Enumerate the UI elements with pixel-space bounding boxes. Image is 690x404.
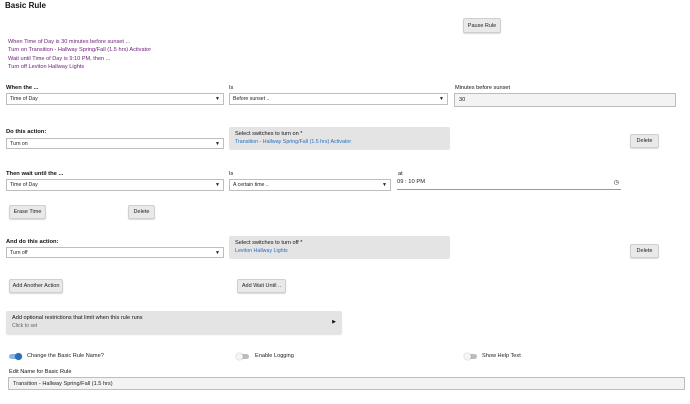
clock-icon[interactable]: ◷ bbox=[614, 179, 619, 186]
toggle-knob bbox=[15, 353, 22, 360]
chevron-down-icon: ▼ bbox=[215, 249, 220, 256]
help-toggle[interactable] bbox=[464, 353, 477, 360]
condition-select-value: Before sunset .. bbox=[233, 96, 270, 102]
wait-condition-select[interactable]: A certain time .. ▼ bbox=[229, 179, 391, 191]
add-action-button[interactable]: Add Another Action bbox=[9, 279, 63, 293]
action1-select-value: Turn on bbox=[10, 140, 28, 147]
restrictions-sub: Click to set bbox=[12, 323, 38, 329]
chevron-right-icon: ▶ bbox=[332, 319, 336, 325]
wait-delete-button[interactable]: Delete bbox=[128, 205, 155, 219]
is-label: Is bbox=[229, 85, 234, 91]
action2-delete-button[interactable]: Delete bbox=[630, 244, 659, 258]
wait-select[interactable]: Time of Day ▼ bbox=[6, 179, 224, 191]
restrictions-title: Add optional restrictions that limit whe… bbox=[12, 315, 143, 321]
action2-select-value: Turn off bbox=[10, 249, 28, 256]
rule-summary: When Time of Day is 30 minutes before su… bbox=[8, 38, 151, 71]
switches-on-picker[interactable]: Select switches to turn on * Transition … bbox=[229, 127, 450, 150]
switches-off-value: Leviton Hallway Lights bbox=[235, 248, 288, 254]
chevron-down-icon: ▼ bbox=[382, 182, 387, 188]
switches-on-header: Select switches to turn on * bbox=[235, 131, 303, 137]
page-title: Basic Rule bbox=[5, 1, 46, 10]
switches-off-picker[interactable]: Select switches to turn off * Leviton Ha… bbox=[229, 236, 450, 259]
when-label: When the ... bbox=[6, 85, 39, 91]
toggle-knob bbox=[464, 353, 471, 360]
edit-name-label: Edit Name for Basic Rule bbox=[9, 369, 72, 375]
chevron-down-icon: ▼ bbox=[215, 140, 220, 147]
action1-select[interactable]: Turn on ▼ bbox=[6, 138, 224, 149]
summary-line: Turn on Transition - Hallway Spring/Fall… bbox=[8, 47, 152, 54]
chevron-down-icon: ▼ bbox=[439, 96, 444, 102]
switches-on-value: Transition - Hallway Spring/Fall (1.5 hr… bbox=[235, 139, 352, 145]
switches-off-header: Select switches to turn off * bbox=[235, 240, 303, 246]
add-wait-button[interactable]: Add Wait Until .. bbox=[237, 279, 286, 293]
action2-label: And do this action: bbox=[6, 239, 59, 245]
summary-line: Wait until Time of Day is 9:10 PM, then … bbox=[8, 55, 111, 62]
condition-select[interactable]: Before sunset .. ▼ bbox=[229, 93, 448, 105]
change-name-toggle[interactable] bbox=[9, 353, 22, 360]
action1-delete-button[interactable]: Delete bbox=[630, 134, 659, 148]
minutes-label: Minutes before sunset bbox=[455, 85, 511, 91]
wait-condition-value: A certain time .. bbox=[233, 182, 269, 188]
restrictions-panel[interactable]: Add optional restrictions that limit whe… bbox=[6, 311, 342, 334]
minutes-input[interactable]: 30 bbox=[454, 93, 676, 107]
pause-rule-button[interactable]: Pause Rule bbox=[463, 18, 501, 33]
time-input-value: 09 : 10 PM bbox=[397, 179, 426, 185]
action1-label: Do this action: bbox=[6, 129, 47, 135]
trigger-select-value: Time of Day bbox=[10, 96, 38, 102]
erase-time-button[interactable]: Erase Time bbox=[9, 205, 46, 219]
help-label: Show Help Text bbox=[482, 353, 521, 359]
change-name-label: Change the Basic Rule Name? bbox=[27, 353, 104, 359]
logging-toggle[interactable] bbox=[236, 353, 249, 360]
chevron-down-icon: ▼ bbox=[215, 96, 220, 102]
logging-label: Enable Logging bbox=[255, 353, 294, 359]
chevron-down-icon: ▼ bbox=[215, 182, 220, 188]
wait-label: Then wait until the ... bbox=[6, 171, 64, 177]
at-label: at bbox=[398, 171, 403, 177]
summary-line: Turn off Leviton Hallway Lights bbox=[8, 63, 85, 70]
action2-select[interactable]: Turn off ▼ bbox=[6, 247, 224, 258]
time-input[interactable]: 09 : 10 PM ◷ bbox=[397, 179, 621, 190]
toggle-knob bbox=[236, 353, 243, 360]
wait-is-label: Is bbox=[229, 171, 234, 177]
trigger-select[interactable]: Time of Day ▼ bbox=[6, 93, 224, 105]
rule-name-input[interactable]: Transition - Hallway Spring/Fall (1.5 hr… bbox=[8, 377, 685, 390]
summary-line: When Time of Day is 30 minutes before su… bbox=[8, 39, 131, 45]
wait-select-value: Time of Day bbox=[10, 182, 38, 188]
